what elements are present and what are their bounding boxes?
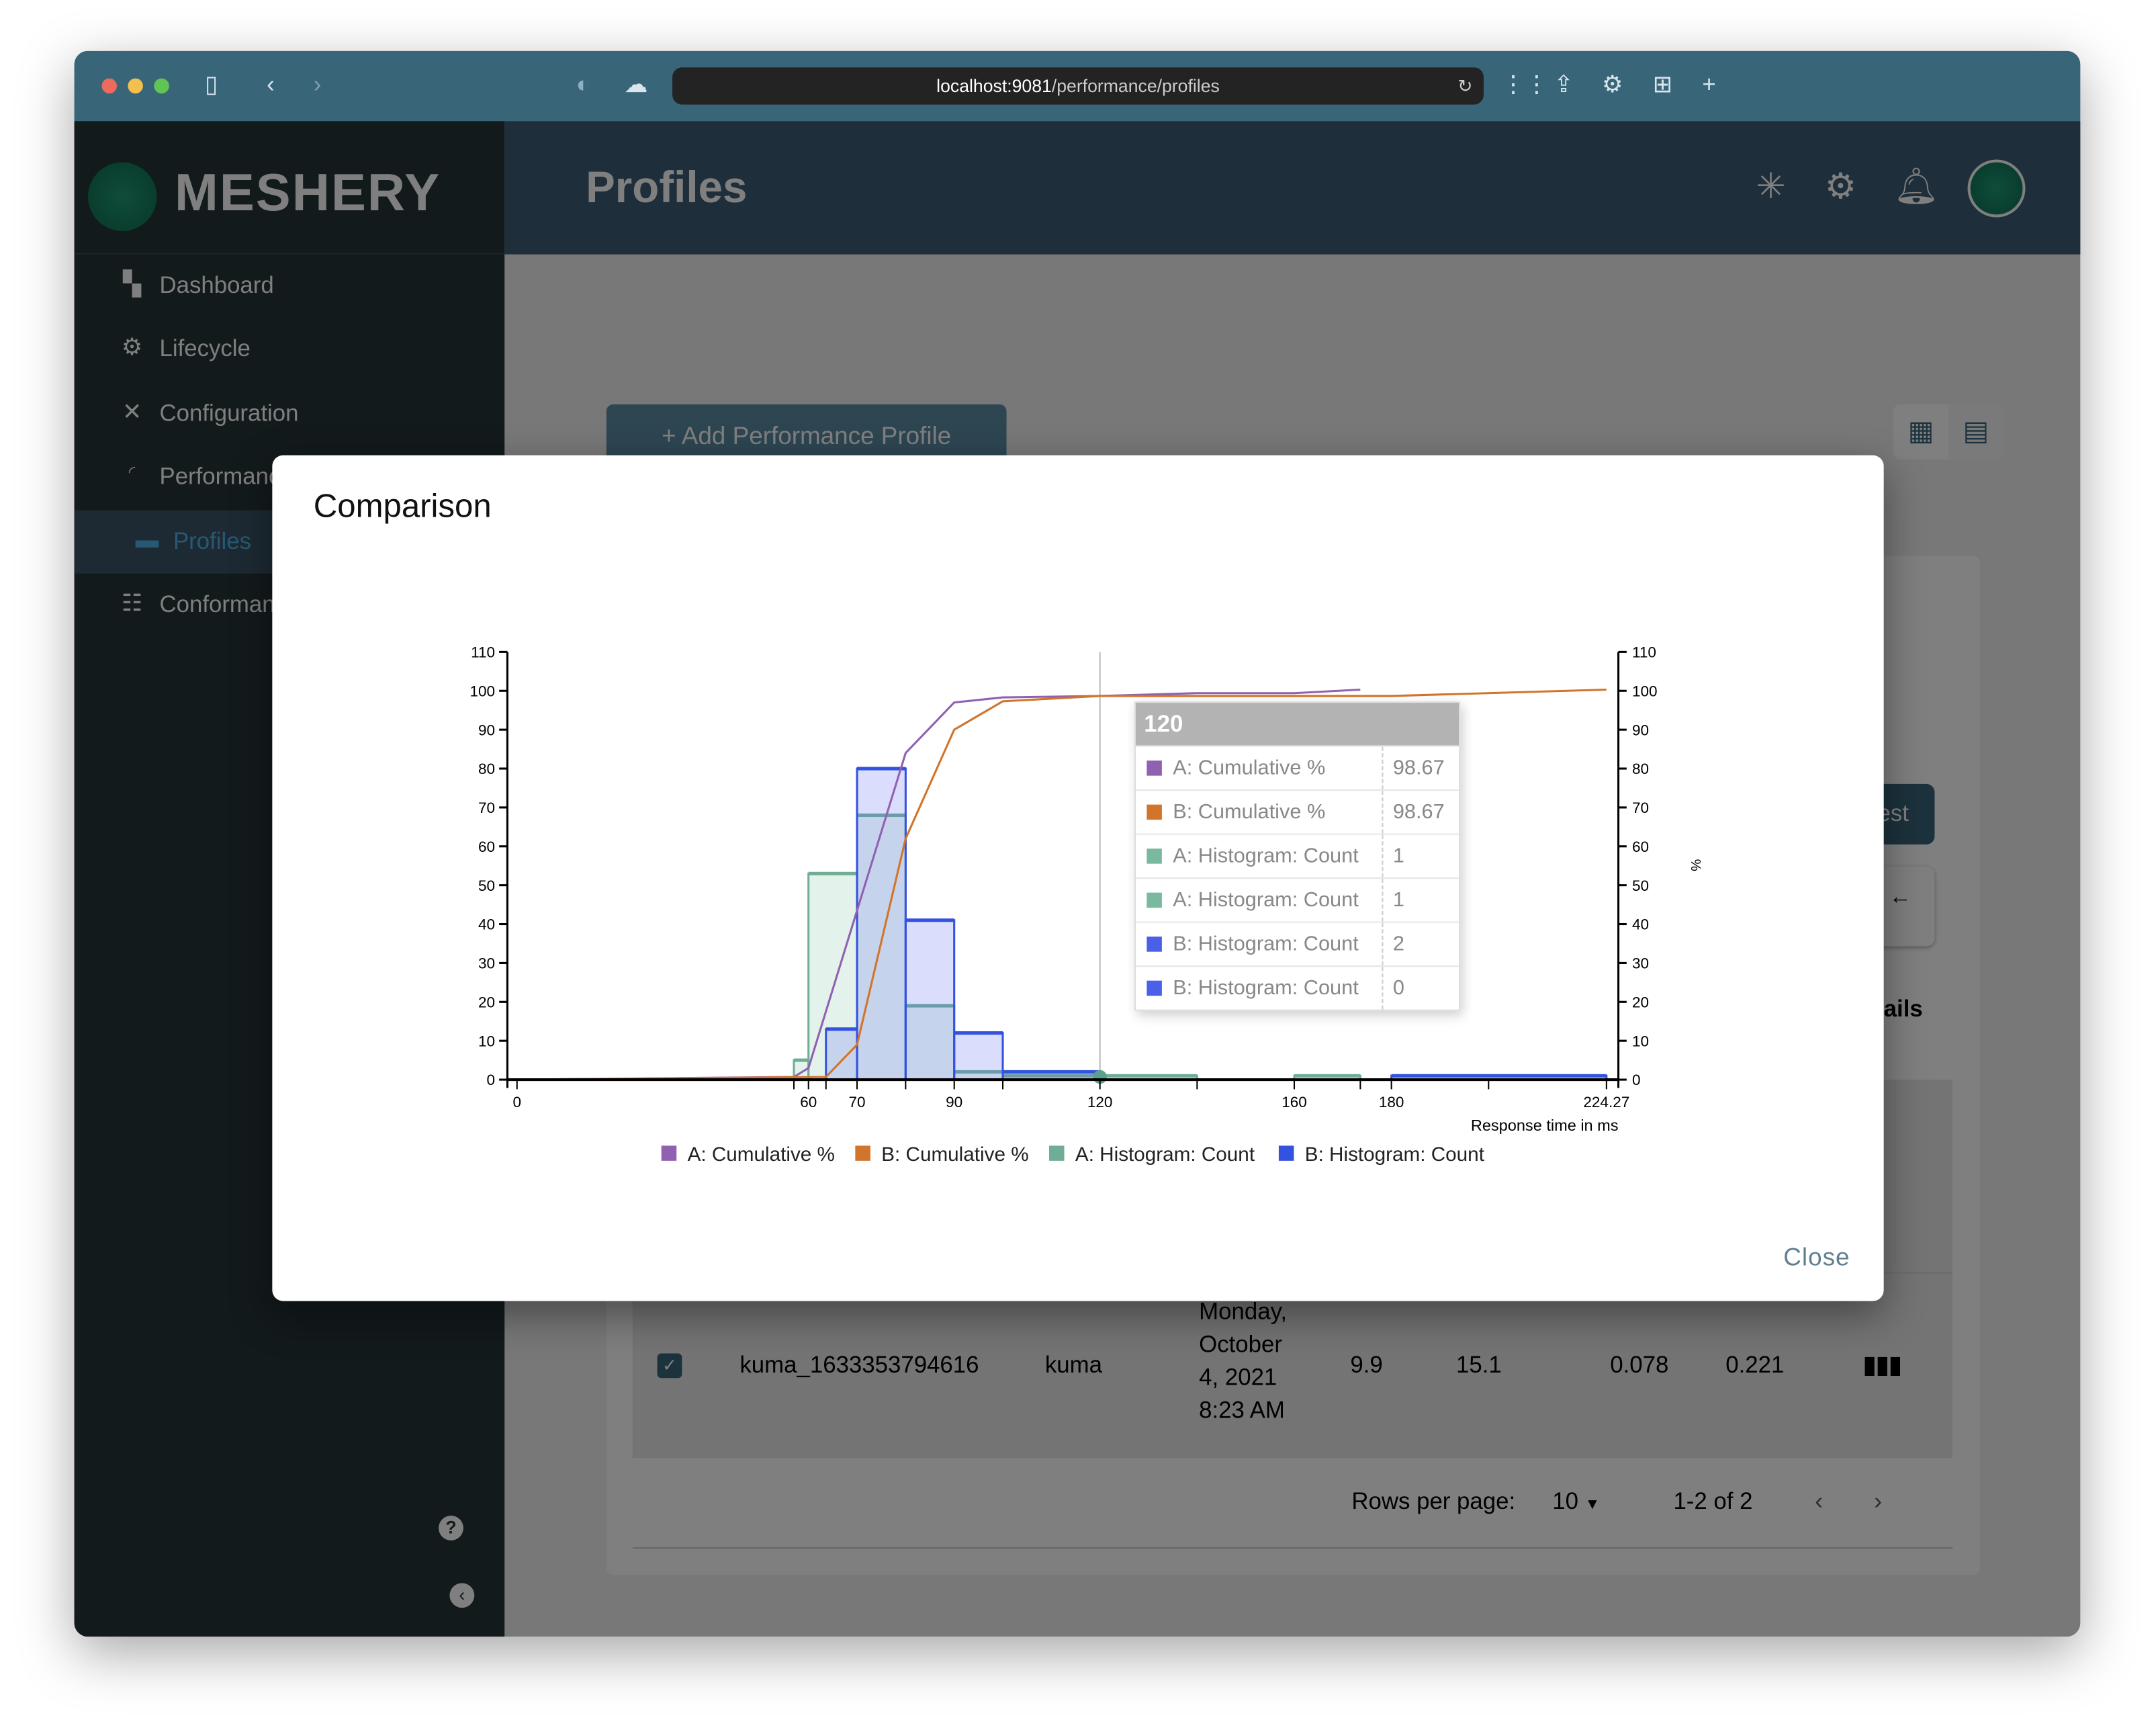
apps-grid-icon[interactable]: ⋮⋮ bbox=[1502, 70, 1549, 100]
legend-label: B: Cumulative % bbox=[881, 1143, 1028, 1166]
y2-tick-label: 10 bbox=[1632, 1033, 1649, 1049]
legend-swatch bbox=[1147, 937, 1162, 952]
url-path: /performance/profiles bbox=[1051, 75, 1220, 97]
legend-label: A: Cumulative % bbox=[688, 1143, 835, 1166]
back-icon[interactable]: ‹ bbox=[267, 70, 275, 100]
share-icon[interactable]: ⇪ bbox=[1554, 70, 1573, 100]
legend-swatch bbox=[1278, 1145, 1294, 1161]
y2-tick-label: 80 bbox=[1632, 761, 1649, 777]
y2-tick-label: 50 bbox=[1632, 877, 1649, 894]
y2-tick-label: 90 bbox=[1632, 722, 1649, 738]
comparison-chart: 0 010 1020 2030 3040 4050 5060 6070 7080 8090 9010… bbox=[469, 644, 1703, 1166]
y-tick-label: 50 bbox=[478, 877, 495, 894]
legend-swatch bbox=[1147, 761, 1162, 776]
tooltip-label: B: Cumulative % bbox=[1173, 800, 1326, 824]
histogram-bar bbox=[904, 919, 956, 1081]
y2-tick-label: 70 bbox=[1632, 799, 1649, 816]
tooltip-value: 1 bbox=[1382, 834, 1404, 878]
histogram-bar bbox=[953, 1032, 1004, 1081]
y-tick-label: 70 bbox=[478, 799, 495, 816]
x-tick-label: 224.27 bbox=[1583, 1094, 1629, 1111]
legend-swatch bbox=[855, 1145, 870, 1161]
legend-label: B: Histogram: Count bbox=[1305, 1143, 1485, 1166]
settings-icon[interactable]: ⚙ bbox=[1602, 70, 1623, 100]
legend-swatch bbox=[1147, 849, 1162, 864]
tooltip-label: A: Histogram: Count bbox=[1173, 844, 1359, 868]
y-tick-label: 80 bbox=[478, 761, 495, 777]
legend-swatch bbox=[1147, 892, 1162, 908]
tooltip-value: 2 bbox=[1382, 922, 1404, 966]
tooltip-row: A: Histogram: Count 1 bbox=[1135, 877, 1459, 922]
y2-tick-label: 100 bbox=[1632, 683, 1658, 699]
legend-swatch bbox=[1147, 804, 1162, 820]
x-tick-label: 90 bbox=[946, 1094, 962, 1111]
legend-label: A: Histogram: Count bbox=[1075, 1143, 1255, 1166]
y-tick-label: 100 bbox=[469, 683, 495, 699]
y-tick-label: 20 bbox=[478, 994, 495, 1010]
x-tick-label: 70 bbox=[849, 1094, 866, 1111]
y-tick-label: 110 bbox=[471, 644, 495, 661]
tooltip-label: B: Histogram: Count bbox=[1173, 932, 1359, 956]
cloud-icon[interactable]: ☁ bbox=[624, 70, 647, 100]
y-tick-label: 30 bbox=[478, 955, 495, 972]
browser-toolbar: ▯ ‹ › ◐ ☁ localhost:9081/performance/pro… bbox=[74, 50, 2081, 122]
y2-tick-label: 20 bbox=[1632, 994, 1649, 1010]
browser-window: ▯ ‹ › ◐ ☁ localhost:9081/performance/pro… bbox=[74, 50, 2081, 1637]
tooltip-value: 1 bbox=[1382, 879, 1404, 922]
url-host: localhost:9081 bbox=[936, 75, 1052, 97]
y-tick-label: 40 bbox=[478, 916, 495, 933]
x-tick-label: 160 bbox=[1282, 1094, 1307, 1111]
tab-overview-icon[interactable]: ⊞ bbox=[1653, 70, 1672, 100]
legend-swatch bbox=[661, 1145, 677, 1161]
legend-swatch bbox=[1049, 1145, 1065, 1161]
x-tick-label: 120 bbox=[1087, 1094, 1113, 1111]
tooltip-value: 98.67 bbox=[1382, 791, 1445, 834]
reload-icon[interactable]: ↻ bbox=[1457, 67, 1472, 104]
close-button[interactable]: Close bbox=[1783, 1244, 1850, 1272]
tooltip-row: B: Cumulative % 98.67 bbox=[1135, 789, 1459, 834]
y2-tick-label: 40 bbox=[1632, 916, 1649, 933]
new-tab-icon[interactable]: + bbox=[1702, 70, 1715, 100]
tooltip-row: A: Cumulative % 98.67 bbox=[1135, 745, 1459, 790]
minimize-window-button[interactable] bbox=[128, 78, 143, 94]
y2-tick-label: 0 bbox=[1632, 1072, 1641, 1088]
y-tick-label: 10 bbox=[478, 1033, 495, 1049]
tooltip-header: 120 bbox=[1135, 703, 1459, 746]
chart-tooltip: 120 A: Cumulative % 98.67 B: Cumulative % 9… bbox=[1134, 701, 1461, 1011]
y2-tick-label: 110 bbox=[1632, 644, 1656, 661]
histogram-bar bbox=[856, 767, 907, 1081]
maximize-window-button[interactable] bbox=[154, 78, 169, 94]
tooltip-label: B: Histogram: Count bbox=[1173, 976, 1359, 1000]
y-tick-label: 60 bbox=[478, 838, 495, 855]
y-tick-label: 0 bbox=[486, 1072, 495, 1088]
forward-icon[interactable]: › bbox=[314, 70, 322, 100]
tooltip-row: A: Histogram: Count 1 bbox=[1135, 833, 1459, 878]
close-window-button[interactable] bbox=[101, 78, 118, 94]
y2-tick-label: 30 bbox=[1632, 955, 1649, 972]
sidebar-toggle-icon[interactable]: ▯ bbox=[205, 70, 218, 100]
address-bar[interactable]: localhost:9081/performance/profiles ↻ bbox=[672, 67, 1484, 105]
x-tick-label: 60 bbox=[800, 1094, 817, 1111]
shield-icon[interactable]: ◐ bbox=[576, 70, 590, 100]
tooltip-row: B: Histogram: Count 0 bbox=[1135, 965, 1459, 1010]
tooltip-label: A: Histogram: Count bbox=[1173, 888, 1359, 912]
y2-tick-label: 60 bbox=[1632, 838, 1649, 855]
x-tick-label: 0 bbox=[512, 1094, 521, 1111]
y2-axis-label: % bbox=[1688, 859, 1703, 871]
legend-swatch bbox=[1147, 980, 1162, 996]
x-tick-label: 180 bbox=[1379, 1094, 1404, 1111]
tooltip-value: 0 bbox=[1382, 967, 1404, 1010]
tooltip-value: 98.67 bbox=[1382, 746, 1445, 790]
tooltip-row: B: Histogram: Count 2 bbox=[1135, 921, 1459, 966]
tooltip-label: A: Cumulative % bbox=[1173, 756, 1326, 780]
y-tick-label: 90 bbox=[478, 722, 495, 738]
x-axis-label: Response time in ms bbox=[1471, 1117, 1619, 1134]
comparison-dialog: Comparison 0 0 10 10 20 20 30 30 40 40 50 50 60 60 70 7… bbox=[272, 455, 1884, 1301]
